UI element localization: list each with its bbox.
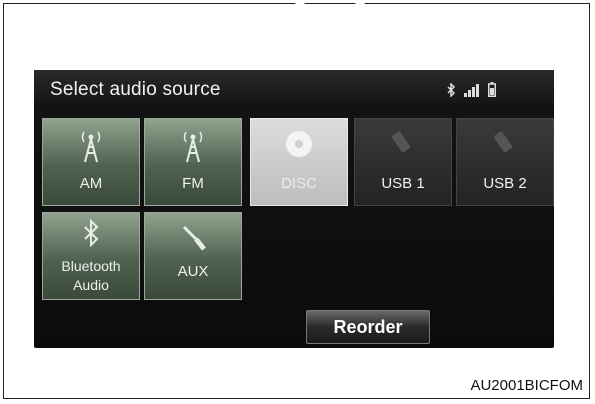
source-label: Bluetooth Audio <box>61 258 121 293</box>
status-bar <box>446 82 496 97</box>
source-label: USB 1 <box>381 175 425 192</box>
source-tile-am[interactable]: AM <box>42 118 140 206</box>
source-tile-bluetooth-audio[interactable]: Bluetooth Audio <box>42 212 140 300</box>
disc-icon <box>286 131 312 157</box>
source-tile-usb1[interactable]: USB 1 <box>354 118 452 206</box>
signal-strength-icon <box>464 84 479 97</box>
source-label: AM <box>79 175 103 192</box>
audio-source-screen: Select audio source AM FM DISC USB 1 USB… <box>34 70 554 348</box>
reorder-button[interactable]: Reorder <box>306 310 430 344</box>
usb-icon <box>493 131 513 153</box>
screen-header: Select audio source <box>34 70 554 110</box>
aux-plug-icon <box>182 225 206 251</box>
figure-code: AU2001BICFOM <box>470 377 583 394</box>
source-tile-disc[interactable]: DISC <box>250 118 348 206</box>
source-tile-aux[interactable]: AUX <box>144 212 242 300</box>
source-label: FM <box>182 175 204 192</box>
radio-tower-icon <box>81 131 101 163</box>
source-label: DISC <box>281 175 317 192</box>
radio-tower-icon <box>183 131 203 163</box>
battery-icon <box>488 82 496 97</box>
bluetooth-icon <box>447 83 456 97</box>
source-label: AUX <box>177 263 209 280</box>
screen-title: Select audio source <box>50 79 221 100</box>
source-tile-fm[interactable]: FM <box>144 118 242 206</box>
bluetooth-icon <box>84 219 99 247</box>
source-tile-usb2[interactable]: USB 2 <box>456 118 554 206</box>
usb-icon <box>391 131 411 153</box>
source-label: USB 2 <box>483 175 527 192</box>
